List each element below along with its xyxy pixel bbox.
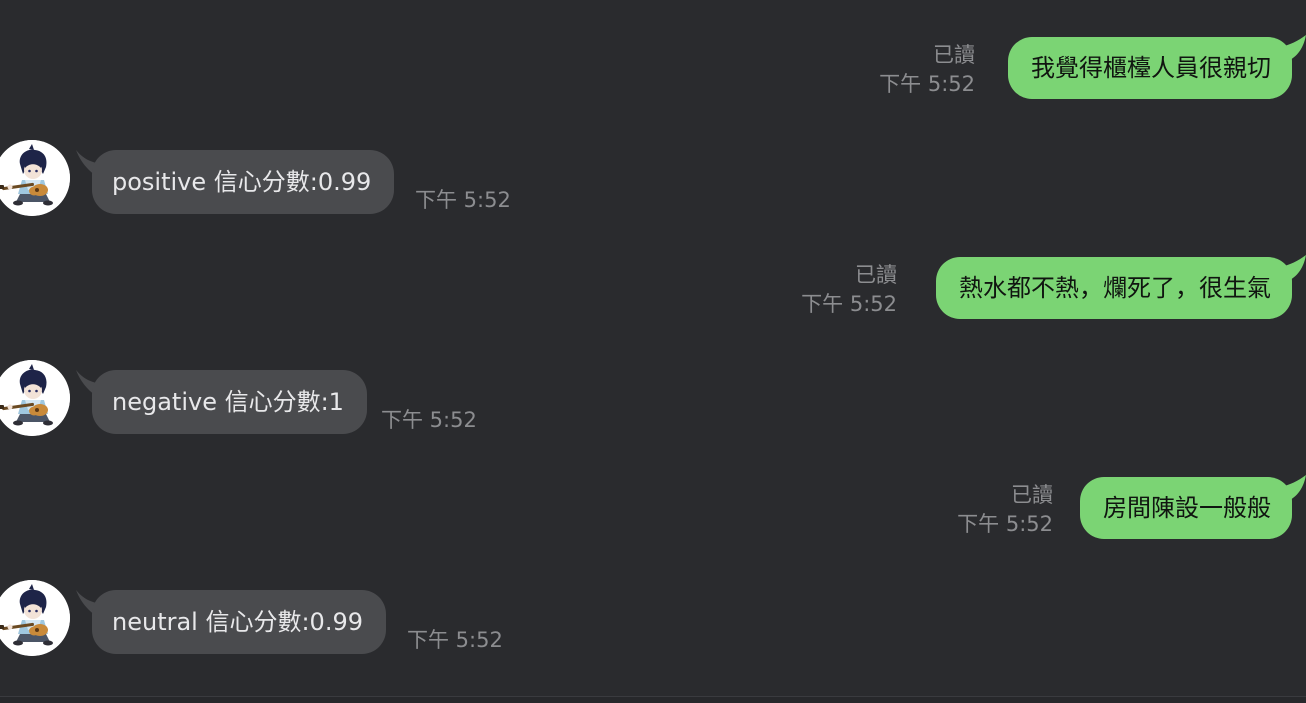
outgoing-bubble-tail [1280,475,1306,501]
message-text: negative 信心分數:1 [112,388,344,416]
read-receipt: 已讀 [1011,483,1053,507]
read-receipt: 已讀 [933,43,975,67]
outgoing-bubble-tail [1280,35,1306,61]
outgoing-bubble-tail [1280,255,1306,281]
message-timestamp: 下午 5:52 [415,188,511,212]
bot-avatar[interactable] [0,360,70,436]
message-timestamp: 下午 5:52 [957,512,1053,536]
read-receipt: 已讀 [855,263,897,287]
message-timestamp: 下午 5:52 [879,72,975,96]
message-meta: 已讀 下午 5:52 [879,41,975,99]
message-text: neutral 信心分數:0.99 [112,608,363,636]
chat-message-list[interactable]: 已讀 下午 5:52 我覺得櫃檯人員很親切 positive 信心分數:0.99… [0,0,1306,696]
message-meta: 已讀 下午 5:52 [957,481,1053,539]
message-text: 熱水都不熱，爛死了，很生氣 [959,274,1271,302]
incoming-message-bubble[interactable]: negative 信心分數:1 [92,370,367,434]
guitarist-avatar-icon [0,360,70,436]
message-timestamp: 下午 5:52 [801,292,897,316]
message-timestamp: 下午 5:52 [407,628,503,652]
message-meta: 已讀 下午 5:52 [801,261,897,319]
outgoing-message-bubble[interactable]: 房間陳設一般般 [1080,477,1292,539]
bot-avatar[interactable] [0,580,70,656]
message-timestamp: 下午 5:52 [381,408,477,432]
bot-avatar[interactable] [0,140,70,216]
guitarist-avatar-icon [0,580,70,656]
message-text: positive 信心分數:0.99 [112,168,372,196]
message-text: 我覺得櫃檯人員很親切 [1031,54,1271,82]
guitarist-avatar-icon [0,140,70,216]
incoming-message-bubble[interactable]: positive 信心分數:0.99 [92,150,395,214]
outgoing-message-bubble[interactable]: 熱水都不熱，爛死了，很生氣 [936,257,1292,319]
outgoing-message-bubble[interactable]: 我覺得櫃檯人員很親切 [1008,37,1292,99]
message-text: 房間陳設一般般 [1103,494,1271,522]
incoming-message-bubble[interactable]: neutral 信心分數:0.99 [92,590,386,654]
